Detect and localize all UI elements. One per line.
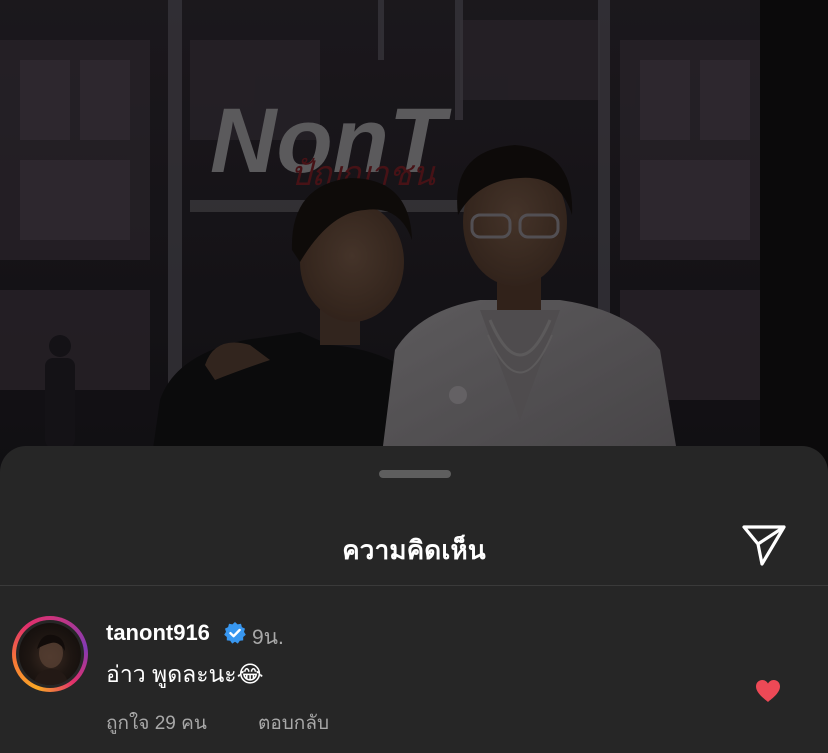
reply-button[interactable]: ตอบกลับ [258,708,329,738]
heart-filled-icon[interactable] [755,679,781,703]
comment-text: อ่าว พูดละนะ😂 [106,657,264,693]
comments-sheet: ความคิดเห็น tanont916 9น. อ่าว พูดละนะ😂 … [0,446,828,753]
avatar-image [19,623,81,685]
background-photo: NonT ปัญญาชน [0,0,828,470]
avatar[interactable] [12,616,88,692]
comment-username[interactable]: tanont916 [106,620,210,646]
sheet-grabber-handle[interactable] [379,470,451,478]
paper-plane-icon[interactable] [740,520,788,568]
comment-likes-count[interactable]: ถูกใจ 29 คน [106,708,207,738]
comment-time: 9น. [252,626,284,649]
sheet-title: ความคิดเห็น [342,535,486,565]
event-photo: NonT ปัญญาชน [0,0,828,470]
comment-item: tanont916 9น. อ่าว พูดละนะ😂 ถูกใจ 29 คน … [0,586,828,753]
verified-badge-icon [223,621,247,645]
comment-body: อ่าว พูดละนะ [106,661,237,687]
laughing-emoji: 😂 [236,662,264,688]
